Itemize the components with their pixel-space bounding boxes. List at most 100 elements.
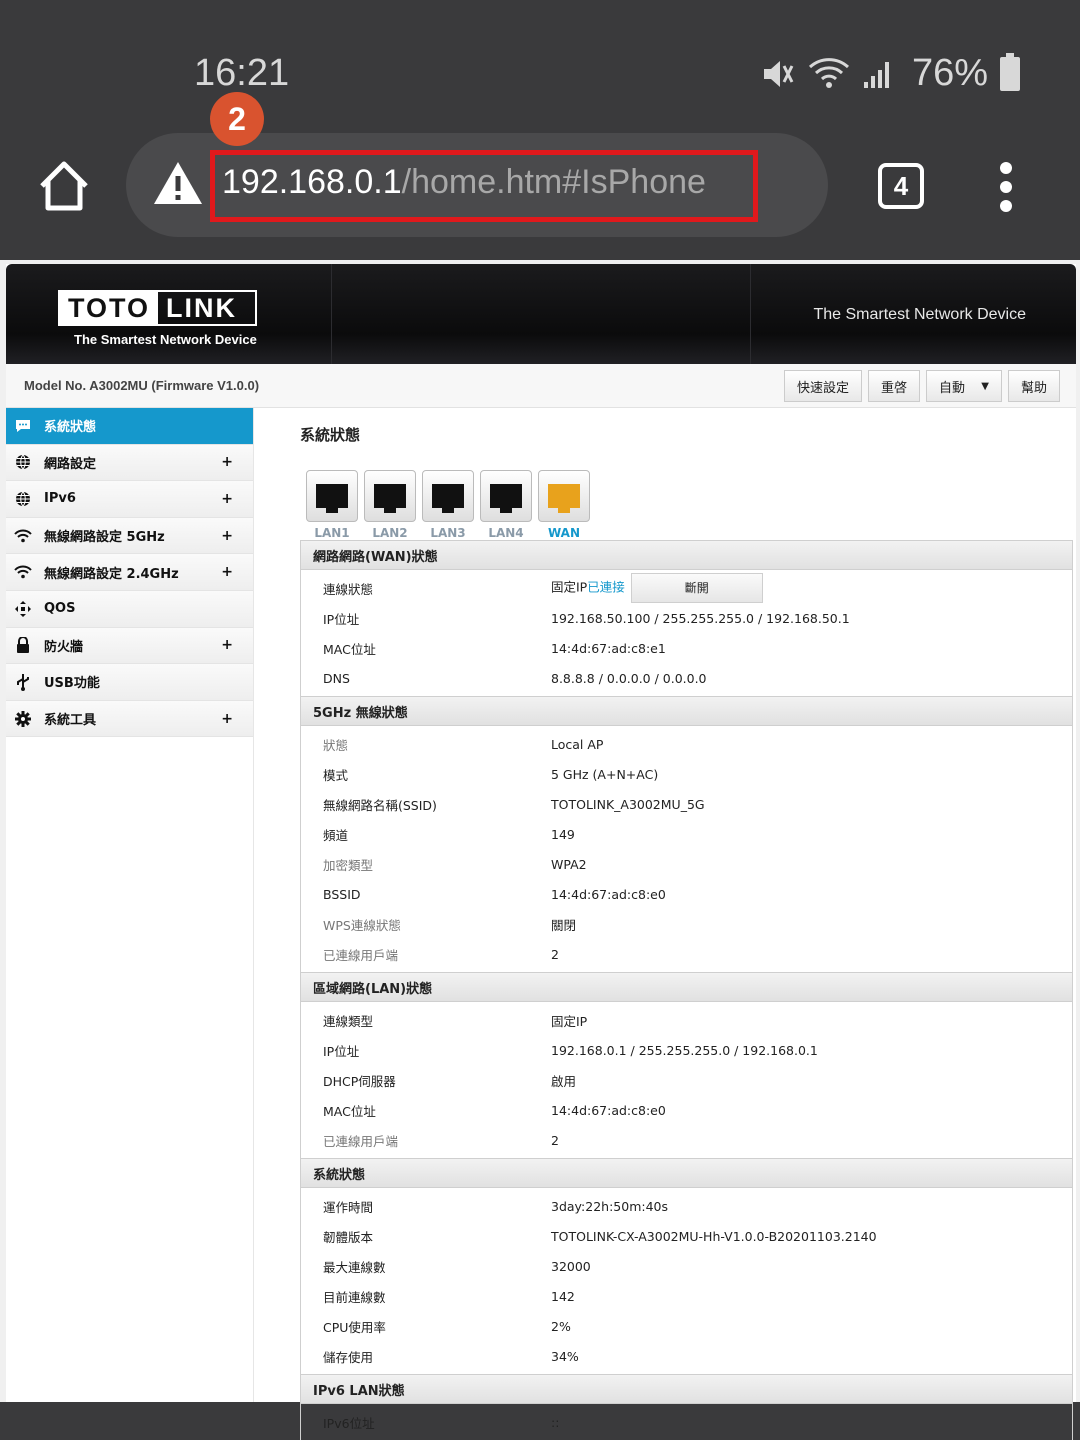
section-header: 5GHz 無線狀態 bbox=[300, 696, 1073, 726]
page-title: 系統狀態 bbox=[300, 426, 361, 444]
table-row: 無線網路名稱(SSID) TOTOLINK_A3002MU_5G bbox=[323, 796, 705, 813]
router-frame: TOTO LINK The Smartest Network Device Th… bbox=[6, 264, 1076, 1440]
sidebar-item-label: USB功能 bbox=[44, 676, 100, 692]
logo-right: LINK bbox=[166, 293, 238, 323]
mute-icon bbox=[763, 60, 794, 87]
table-row: 韌體版本 TOTOLINK-CX-A3002MU-Hh-V1.0.0-B20201… bbox=[323, 1228, 877, 1245]
disconnect-button[interactable]: 斷開 bbox=[630, 573, 763, 603]
reboot-button[interactable]: 重啓 bbox=[867, 370, 920, 402]
table-row: MAC位址 14:4d:67:ad:c8:e1 bbox=[323, 640, 666, 657]
table-row: 目前連線數 142 bbox=[323, 1288, 575, 1305]
sidebar-item-system-tools[interactable]: 系統工具 + bbox=[6, 700, 253, 738]
chat-icon bbox=[14, 417, 32, 435]
table-row: 已連線用戶端 2 bbox=[323, 1132, 559, 1149]
ethernet-port-icon bbox=[432, 484, 464, 513]
table-row: CPU使用率 2% bbox=[323, 1318, 571, 1335]
wifi-icon bbox=[808, 57, 849, 88]
table-row: 最大連線數 32000 bbox=[323, 1258, 591, 1275]
table-row: BSSID 14:4d:67:ad:c8:e0 bbox=[323, 886, 666, 902]
sidebar-item-status[interactable]: 系統狀態 bbox=[6, 408, 253, 445]
sidebar-item-network[interactable]: 網路設定 + bbox=[6, 444, 253, 482]
wifi5g-section: 5GHz 無線狀態 狀態 Local AP 模式 5 GHz (A+N+AC) 無線… bbox=[300, 696, 1073, 972]
sidebar-item-label: 網路設定 bbox=[44, 456, 97, 472]
section-header: 區域網路(LAN)狀態 bbox=[300, 972, 1073, 1002]
quick-setup-button[interactable]: 快速設定 bbox=[783, 370, 862, 402]
sidebar: 系統狀態 網路設定 + IPv6 + 無線網路設定 5GHz + 無線網路設定 … bbox=[6, 408, 254, 1402]
gear-icon bbox=[14, 710, 32, 728]
sidebar-item-wifi-24ghz[interactable]: 無線網路設定 2.4GHz + bbox=[6, 554, 253, 591]
sidebar-item-label: 系統工具 bbox=[44, 713, 97, 729]
main-content: 系統狀態 LAN1 LAN2 LAN3 LAN4 WAN 網路網路(WAN)狀態… bbox=[300, 408, 1073, 1440]
section-header: IPv6 LAN狀態 bbox=[300, 1374, 1073, 1404]
sidebar-item-qos[interactable]: QOS bbox=[6, 590, 253, 628]
home-icon[interactable] bbox=[36, 158, 92, 214]
wifi-icon bbox=[14, 563, 32, 581]
url-highlight-box bbox=[210, 150, 758, 222]
sidebar-item-wifi-5ghz[interactable]: 無線網路設定 5GHz + bbox=[6, 517, 253, 555]
logo-left: TOTO bbox=[60, 292, 159, 324]
model-bar: Model No. A3002MU (Firmware V1.0.0) 快速設定… bbox=[6, 364, 1076, 408]
table-row: 運作時間 3day:22h:50m:40s bbox=[323, 1198, 668, 1215]
table-row: 加密類型 WPA2 bbox=[323, 856, 587, 873]
connected-link[interactable]: 已連接 bbox=[587, 580, 625, 595]
warning-icon[interactable] bbox=[152, 160, 204, 206]
annotation-badge: 2 bbox=[210, 92, 264, 146]
table-row: IPv6位址:: bbox=[323, 1414, 560, 1431]
browser-chrome: 16:21 76% 192.168.0.1/home.htm#IsPhone 2… bbox=[0, 0, 1080, 260]
sidebar-item-label: QOS bbox=[44, 601, 76, 617]
table-row: 連線狀態 固定IP已連接 斷開 bbox=[301, 573, 1072, 603]
wifi-icon bbox=[14, 527, 32, 545]
table-row: 已連線用戶端 2 bbox=[323, 946, 559, 963]
table-row: DNS 8.8.8.8 / 0.0.0.0 / 0.0.0.0 bbox=[323, 670, 707, 686]
sidebar-item-firewall[interactable]: 防火牆 + bbox=[6, 627, 253, 665]
table-row: MAC位址 14:4d:67:ad:c8:e0 bbox=[323, 1102, 666, 1119]
banner-tagline: The Smartest Network Device bbox=[813, 306, 1026, 323]
lock-icon bbox=[14, 636, 32, 654]
tab-switcher-button[interactable]: 4 bbox=[878, 163, 924, 209]
ethernet-port-icon bbox=[374, 484, 406, 513]
logo-tagline: The Smartest Network Device bbox=[74, 332, 257, 347]
table-row: DHCP伺服器 啟用 bbox=[323, 1073, 577, 1089]
section-header: 系統狀態 bbox=[300, 1158, 1073, 1188]
arrows-icon bbox=[14, 600, 32, 618]
table-row: WPS連線狀態 關閉 bbox=[323, 917, 577, 933]
globe-icon bbox=[14, 453, 32, 471]
expand-icon: + bbox=[221, 527, 233, 544]
sidebar-item-label: IPv6 bbox=[44, 491, 76, 507]
system-section: 系統狀態 運作時間 3day:22h:50m:40s 韌體版本 TOTOLINK-C… bbox=[300, 1158, 1073, 1374]
sidebar-item-label: 無線網路設定 5GHz bbox=[44, 530, 165, 546]
model-number: Model No. A3002MU (Firmware V1.0.0) bbox=[24, 378, 260, 393]
status-time: 16:21 bbox=[194, 52, 290, 94]
table-row: 模式 5 GHz (A+N+AC) bbox=[323, 766, 659, 783]
expand-icon: + bbox=[221, 637, 233, 654]
status-icons: 76% bbox=[760, 52, 1020, 95]
help-button[interactable]: 幫助 bbox=[1007, 370, 1060, 402]
table-row: IP位址 192.168.0.1 / 255.255.255.0 / 192.16… bbox=[323, 1042, 818, 1059]
lan-section: 區域網路(LAN)狀態 連線類型 固定IP IP位址 192.168.0.1 / 2… bbox=[300, 972, 1073, 1158]
more-menu-icon[interactable] bbox=[996, 162, 1016, 212]
expand-icon: + bbox=[221, 454, 233, 471]
ethernet-port-icon bbox=[548, 484, 580, 513]
usb-icon bbox=[14, 673, 32, 691]
sidebar-item-label: 防火牆 bbox=[44, 639, 84, 655]
web-page: TOTO LINK The Smartest Network Device Th… bbox=[0, 260, 1080, 1440]
sidebar-item-usb[interactable]: USB功能 bbox=[6, 664, 253, 701]
language-select[interactable]: 自動 ▼ bbox=[925, 370, 1002, 402]
router-banner: TOTO LINK The Smartest Network Device Th… bbox=[6, 264, 1076, 364]
table-row: 連線類型 固定IP bbox=[323, 1013, 588, 1029]
wan-section: 網路網路(WAN)狀態 連線狀態 固定IP已連接 斷開 IP位址 192.168.50… bbox=[300, 540, 1073, 696]
signal-icon bbox=[863, 61, 889, 88]
port-status: LAN1 LAN2 LAN3 LAN4 WAN bbox=[303, 470, 1073, 540]
battery-percent: 76% bbox=[911, 52, 988, 94]
language-value: 自動 bbox=[938, 380, 965, 396]
sidebar-item-ipv6[interactable]: IPv6 + bbox=[6, 481, 253, 518]
sidebar-item-label: 系統狀態 bbox=[44, 420, 97, 436]
totolink-logo: TOTO LINK The Smartest Network Device bbox=[58, 290, 257, 347]
battery-icon bbox=[1000, 52, 1020, 91]
table-row: 儲存使用 34% bbox=[323, 1348, 579, 1365]
sidebar-item-label: 無線網路設定 2.4GHz bbox=[44, 566, 179, 582]
ethernet-port-icon bbox=[316, 484, 348, 513]
port-lan1: LAN1 bbox=[303, 470, 361, 540]
table-row: IP位址 192.168.50.100 / 255.255.255.0 / 192… bbox=[323, 610, 850, 627]
expand-icon: + bbox=[221, 710, 233, 727]
